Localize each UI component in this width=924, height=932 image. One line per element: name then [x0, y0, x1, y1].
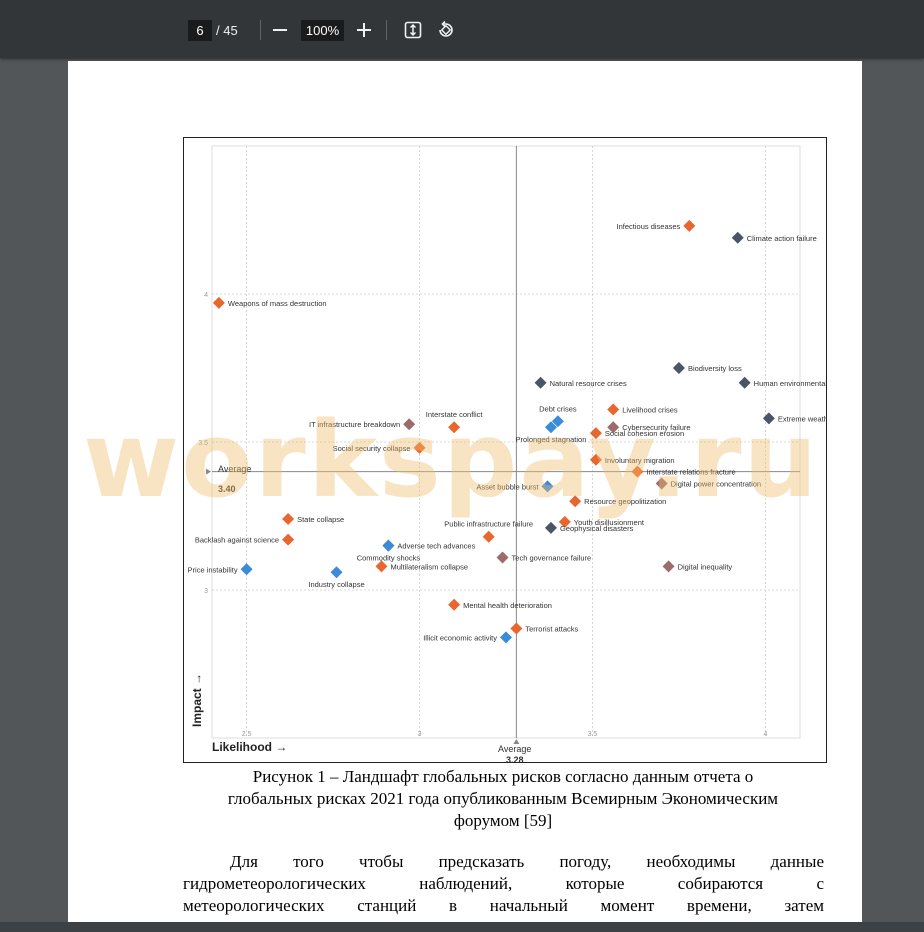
caption-line: глобальных рисках 2021 года опубликованн…: [227, 789, 779, 808]
y-tick-label: 3: [204, 588, 208, 595]
risk-point: [544, 521, 557, 534]
toolbar-divider: [260, 20, 261, 40]
plus-icon[interactable]: [357, 23, 371, 37]
page-number-input[interactable]: 6: [188, 20, 212, 41]
risk-point: [482, 530, 495, 543]
x-axis-label: Likelihood →: [212, 740, 288, 754]
risk-point-label: Public infrastructure failure: [444, 520, 533, 529]
risk-point: [212, 296, 225, 309]
pdf-toolbar: 6 / 45 100%: [0, 0, 924, 58]
paragraph-line: Для того чтобы предсказать погоду, необх…: [230, 852, 824, 871]
x-tick-label: 3: [418, 731, 422, 738]
risk-point-label: Commodity shocks: [357, 554, 421, 563]
risk-point-label: Backlash against science: [195, 536, 279, 545]
risk-point-label: Illicit economic activity: [423, 633, 497, 642]
minus-icon[interactable]: [273, 29, 287, 31]
risk-point-label: Price instability: [188, 565, 238, 574]
watermark: workspay.ru: [83, 399, 820, 521]
y-tick-label: 4: [204, 292, 208, 299]
risk-point: [738, 376, 751, 389]
risk-point: [282, 533, 295, 546]
risk-point: [330, 566, 343, 579]
risk-point: [510, 622, 523, 635]
y-axis-label: Impact →: [190, 673, 204, 728]
risk-point: [683, 219, 696, 232]
avg-likelihood-label: Average: [498, 744, 532, 754]
avg-likelihood-value: 3.28: [506, 755, 524, 763]
risk-point: [496, 551, 509, 564]
figure-caption: Рисунок 1 – Ландшафт глобальных рисков с…: [183, 766, 823, 832]
risk-point-label: Adverse tech advances: [397, 542, 475, 551]
risk-point-label: Biodiversity loss: [688, 364, 742, 373]
risk-point: [448, 598, 461, 611]
paragraph-line: метеорологических станций в начальный мо…: [183, 896, 824, 915]
x-tick-label: 2.5: [242, 731, 252, 738]
risk-point-label: Multilateralism collapse: [390, 562, 468, 571]
risk-point: [672, 362, 685, 374]
body-paragraph: Для того чтобы предсказать погоду, необх…: [183, 851, 824, 917]
risk-point-label: Geophysical disasters: [560, 524, 634, 533]
risk-point-label: Terrorist attacks: [525, 624, 578, 633]
risk-point-label: Infectious diseases: [617, 222, 681, 231]
risk-point-label: Climate action failure: [747, 234, 817, 243]
x-tick-label: 3.5: [588, 731, 598, 738]
caption-line: Рисунок 1 – Ландшафт глобальных рисков с…: [252, 767, 754, 786]
risk-point-label: Digital inequality: [678, 562, 733, 571]
risk-point-label: Human environmental damage: [754, 379, 826, 388]
risk-point: [534, 376, 547, 389]
risk-point-label: Mental health deterioration: [463, 601, 552, 610]
page-total: / 45: [216, 23, 238, 38]
risk-point-label: Weapons of mass destruction: [228, 299, 327, 308]
risk-point: [731, 231, 744, 244]
x-tick-label: 4: [763, 731, 767, 738]
risk-point: [500, 631, 512, 644]
risk-point: [240, 563, 253, 576]
paragraph-line: гидрометеорологических наблюдений, котор…: [183, 874, 824, 893]
fit-page-icon[interactable]: [404, 21, 422, 44]
caption-line: форумом [59]: [453, 811, 553, 830]
risk-point: [662, 560, 675, 573]
risk-point-label: Industry collapse: [308, 580, 364, 589]
bottom-scroll-area: [0, 922, 924, 932]
toolbar-divider: [386, 20, 387, 40]
zoom-input[interactable]: 100%: [301, 20, 344, 41]
risk-point: [382, 539, 395, 552]
risk-point-label: Natural resource crises: [550, 379, 627, 388]
rotate-icon[interactable]: [436, 20, 456, 45]
risk-point-label: Tech governance failure: [512, 553, 592, 562]
